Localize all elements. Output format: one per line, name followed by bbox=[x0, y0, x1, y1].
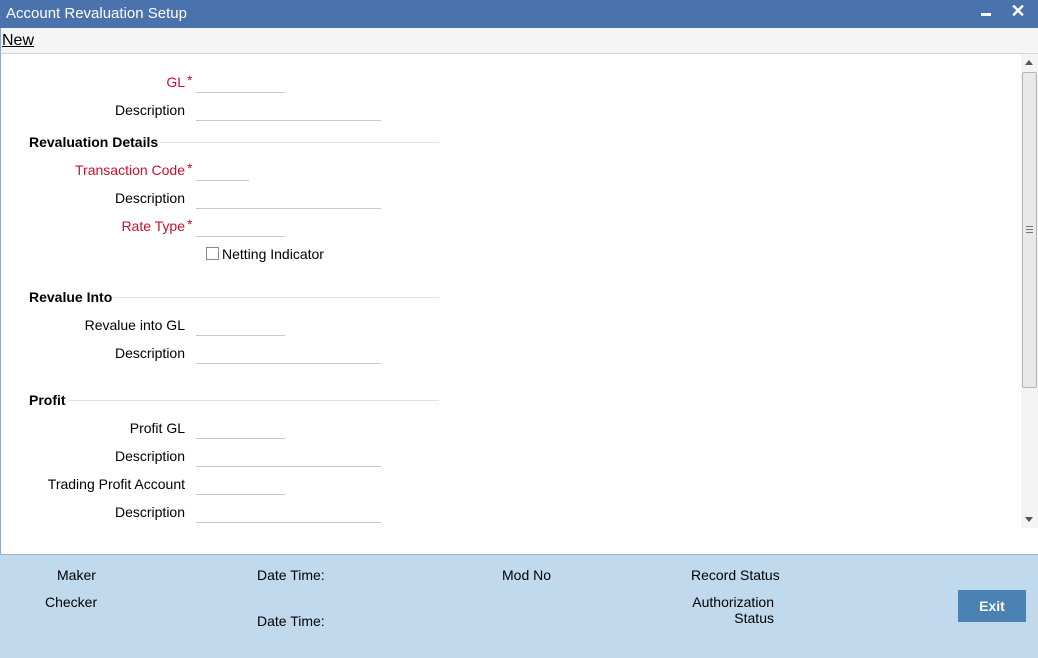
checker-label: Checker bbox=[45, 594, 98, 610]
trading-profit-account-field[interactable] bbox=[196, 477, 285, 495]
scrollbar-thumb[interactable] bbox=[1022, 72, 1037, 388]
revalue-description-field[interactable] bbox=[196, 346, 381, 364]
transaction-description-label: Description bbox=[114, 190, 185, 206]
maker-date-time-label: Date Time: bbox=[257, 567, 325, 583]
minimize-icon[interactable] bbox=[976, 2, 996, 24]
netting-indicator-label: Netting Indicator bbox=[222, 246, 324, 262]
required-marker: * bbox=[187, 216, 193, 232]
checker-date-time-label: Date Time: bbox=[257, 613, 325, 629]
section-profit: Profit bbox=[29, 392, 66, 408]
rate-type-label: Rate Type bbox=[121, 218, 185, 234]
scroll-up-arrow-icon[interactable] bbox=[1025, 60, 1033, 65]
scroll-down-arrow-icon[interactable] bbox=[1025, 517, 1033, 522]
revalue-into-gl-field[interactable] bbox=[196, 318, 285, 336]
section-divider bbox=[69, 400, 439, 401]
netting-indicator-checkbox[interactable] bbox=[206, 247, 219, 260]
rate-type-field[interactable] bbox=[196, 219, 285, 237]
section-revaluation-details: Revaluation Details bbox=[29, 134, 159, 150]
authorization-label-line1: Authorization bbox=[692, 594, 774, 610]
gl-description-label: Description bbox=[114, 102, 185, 118]
transaction-description-field[interactable] bbox=[196, 191, 381, 209]
transaction-code-field[interactable] bbox=[196, 163, 249, 181]
gl-description-field[interactable] bbox=[196, 103, 381, 121]
maker-label: Maker bbox=[57, 567, 96, 583]
authorization-status-label: Authorization Status bbox=[654, 594, 774, 626]
profit-gl-label: Profit GL bbox=[129, 420, 185, 436]
close-icon[interactable]: ✕ bbox=[1008, 2, 1028, 24]
section-divider bbox=[157, 142, 439, 143]
gl-label: GL bbox=[166, 74, 185, 90]
profit-description-field[interactable] bbox=[196, 449, 381, 467]
authorization-label-line2: Status bbox=[734, 610, 774, 626]
trading-description-label: Description bbox=[114, 504, 185, 520]
form-content: GL * Description Revaluation Details Tra… bbox=[0, 54, 1038, 554]
transaction-code-label: Transaction Code bbox=[75, 162, 185, 178]
audit-footer: Maker Checker Date Time: Date Time: Mod … bbox=[0, 554, 1038, 658]
new-link[interactable]: New bbox=[2, 32, 34, 50]
menu-bar: New bbox=[0, 28, 1038, 54]
window-title: Account Revaluation Setup bbox=[6, 5, 187, 22]
section-revalue-into: Revalue Into bbox=[29, 289, 113, 305]
trading-description-field[interactable] bbox=[196, 505, 381, 523]
section-divider bbox=[113, 297, 439, 298]
required-marker: * bbox=[187, 72, 193, 88]
gl-field[interactable] bbox=[196, 75, 285, 93]
grip-icon bbox=[1026, 226, 1033, 233]
record-status-label: Record Status bbox=[691, 567, 780, 583]
profit-gl-field[interactable] bbox=[196, 421, 285, 439]
profit-description-label: Description bbox=[114, 448, 185, 464]
mod-no-label: Mod No bbox=[502, 567, 552, 583]
title-bar: Account Revaluation Setup ✕ bbox=[0, 0, 1038, 28]
exit-button[interactable]: Exit bbox=[958, 590, 1026, 622]
required-marker: * bbox=[187, 160, 193, 176]
revalue-description-label: Description bbox=[114, 345, 185, 361]
vertical-scrollbar[interactable] bbox=[1021, 54, 1038, 528]
account-revaluation-window: Account Revaluation Setup ✕ New GL * Des… bbox=[0, 0, 1038, 658]
revalue-into-gl-label: Revalue into GL bbox=[84, 317, 185, 333]
trading-profit-account-label: Trading Profit Account bbox=[47, 476, 185, 492]
